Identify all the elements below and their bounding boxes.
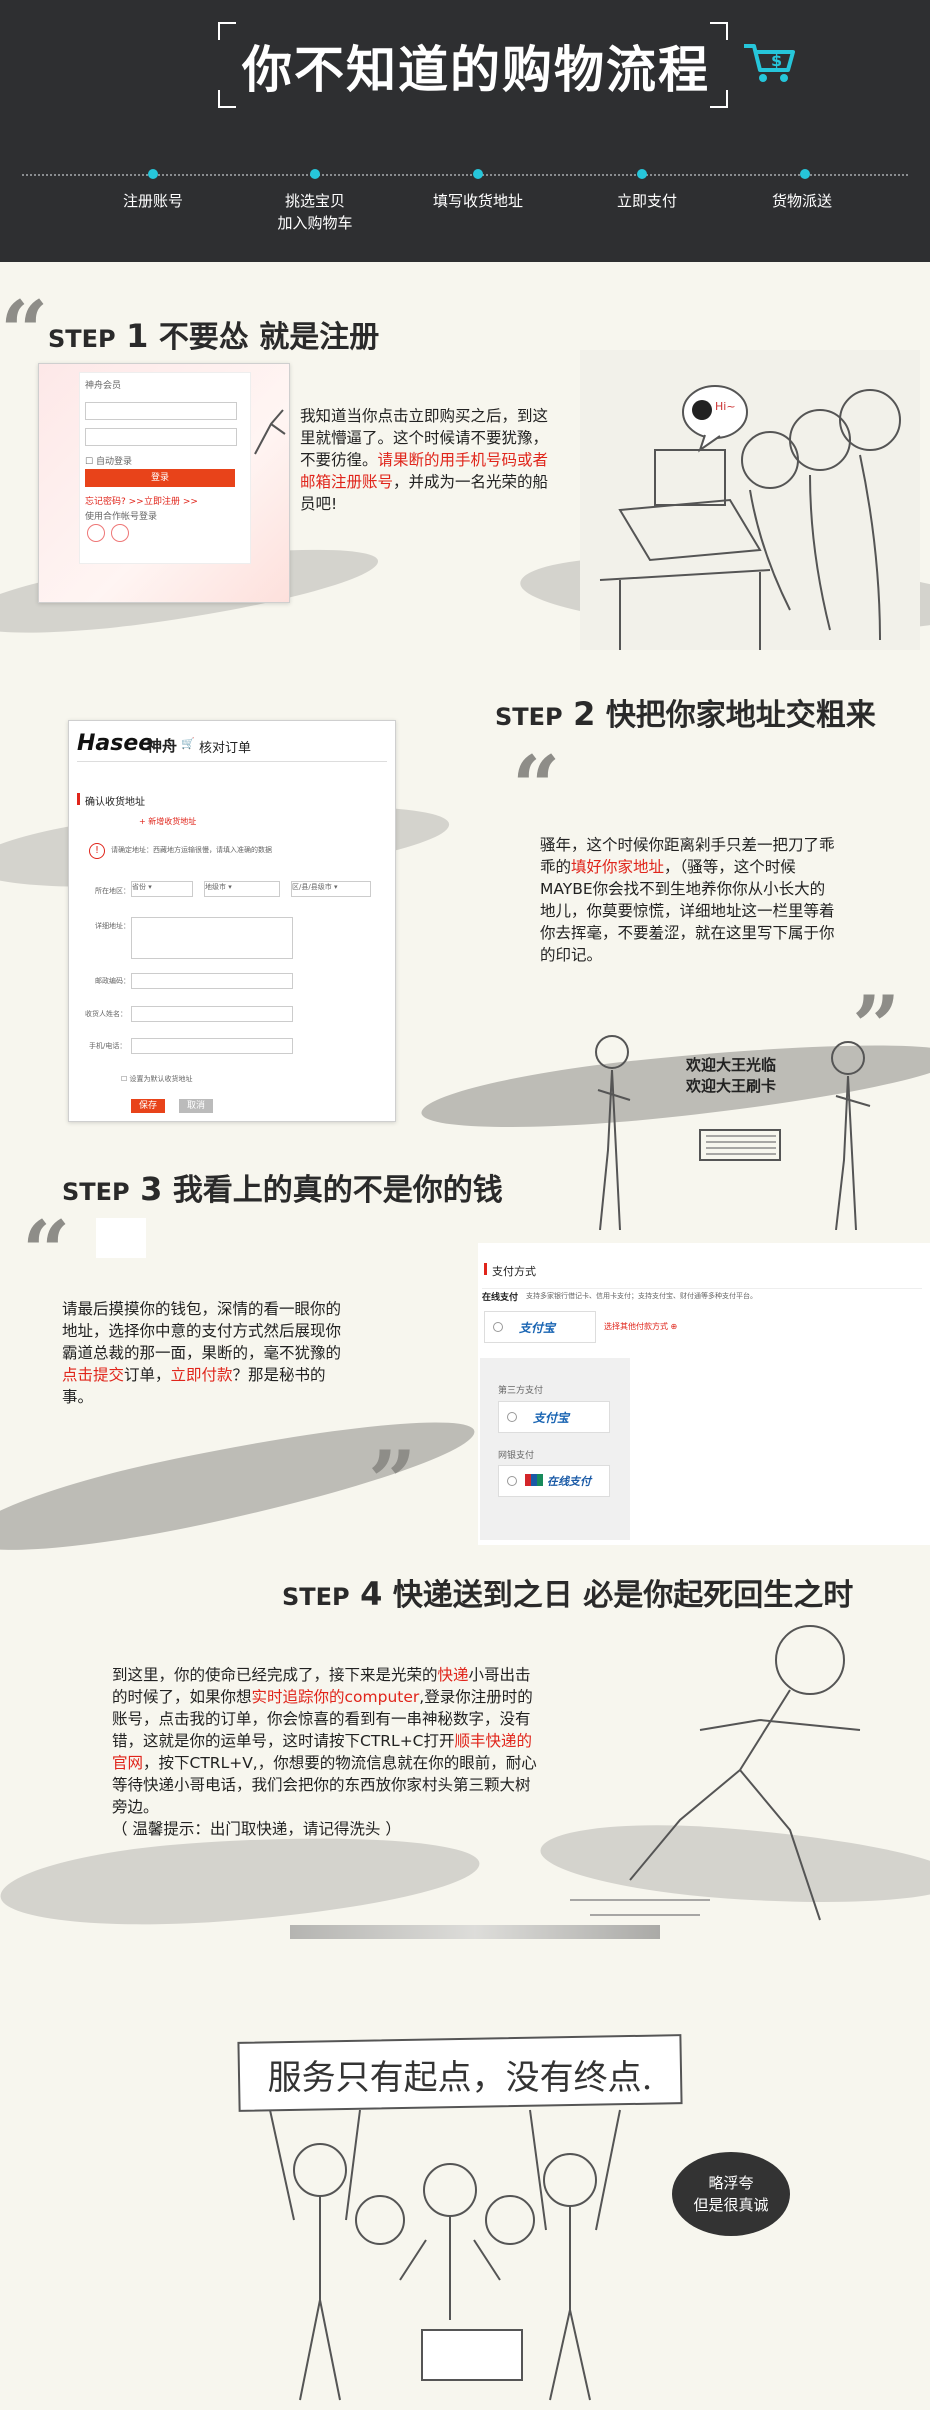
blank-patch [96,1218,146,1258]
choose-other-link[interactable]: 选择其他付款方式 ⊕ [604,1321,677,1332]
welcome-text-2: 欢迎大王刷卡 [686,1077,777,1095]
register-screenshot: 神舟会员 ☐ 自动登录 登录 忘记密码? >> 立即注册 >> 使用合作帐号登录 [38,363,290,603]
password-field[interactable] [85,428,237,446]
warning-icon: ! [89,843,105,859]
phone-field[interactable] [131,1038,293,1054]
detail-address-field[interactable] [131,917,293,959]
qq-penguin-icon [692,400,712,420]
forgot-link[interactable]: 忘记密码? >> [85,494,144,507]
username-field[interactable] [85,402,237,420]
cancel-button[interactable]: 取消 [179,1099,213,1113]
default-address-checkbox[interactable]: ☐ 设置为默认收货地址 [121,1074,193,1084]
step2-heading: STEP 2 快把你家地址交粗来 [495,695,876,733]
open-quote: “ [0,282,49,381]
close-quote: ” [368,1432,417,1531]
step3-heading: STEP 3 我看上的真的不是你的钱 [62,1170,503,1208]
office-illustration: Hi~ [560,350,930,650]
timeline-step-deliver: 货物派送 [771,192,832,210]
brush-stroke [0,1823,483,1937]
auto-login-checkbox[interactable]: ☐ 自动登录 [85,454,132,467]
open-quote: “ [512,737,561,836]
service-banner-text: 服务只有起点，没有终点. [267,2058,653,2098]
alipay-option[interactable]: 支付宝 [484,1311,596,1343]
runner-illustration [560,1580,920,1940]
team-illustration [250,2100,670,2406]
open-quote: “ [22,1202,71,1301]
qq-login-icon[interactable] [87,524,105,542]
third-party-alipay-option[interactable]: 支付宝 [498,1401,610,1433]
step4-text: 到这里，你的使命已经完成了，接下来是光荣的快递小哥出击的时候了，如果你想实时追踪… [112,1666,537,1838]
timeline-dot [473,169,483,179]
save-button[interactable]: 保存 [131,1099,165,1113]
step2-text: 骚年，这个时候你距离剁手只差一把刀了乖乖的填好你家地址，（骚等，这个时候MAYB… [540,836,835,964]
timeline-step-select: 挑选宝贝 加入购物车 [277,192,353,232]
timeline-dot [148,169,158,179]
weibo-login-icon[interactable] [111,524,129,542]
address-form-screenshot: Hasee 神舟 🛒 核对订单 确认收货地址 + 新增收货地址 ! 请确定地址：… [68,720,396,1122]
speech-bubble: 略浮夸 但是很真诚 [672,2152,790,2236]
welcome-text-1: 欢迎大王光临 [686,1056,777,1074]
register-link[interactable]: 立即注册 >> [144,494,198,507]
step3-text: 请最后摸摸你的钱包，深情的看一眼你的地址，选择你中意的支付方式然后展现你霸道总裁… [62,1300,342,1406]
district-select[interactable]: 区/县/县级市 ▾ [291,881,371,897]
payment-screenshot: 支付方式 在线支付 支持多家银行借记卡、信用卡支付；支持支付宝、财付通等多种支付… [478,1243,930,1545]
svg-text:$: $ [771,51,782,70]
timeline-step-pay: 立即支付 [616,192,677,210]
timeline-dot [800,169,810,179]
step1-text: 我知道当你点击立即购买之后，到这里就懵逼了。这个时候请不要犹豫，不要彷徨。请果断… [300,407,549,513]
timeline-step-register: 注册账号 [122,192,183,210]
bird-icon [254,409,286,455]
timeline-dot [310,169,320,179]
unionpay-logo-icon [525,1474,543,1486]
timeline-dot [637,169,647,179]
add-address-link[interactable]: + 新增收货地址 [139,816,196,827]
province-select[interactable]: 省份 ▾ [131,881,193,897]
unionpay-option[interactable]: 在线支付 [498,1465,610,1497]
city-select[interactable]: 地级市 ▾ [204,881,280,897]
login-button[interactable]: 登录 [85,469,235,487]
page-title: 你不知道的购物流程 [242,41,710,99]
step1-heading: STEP 1 不要怂 就是注册 [48,317,380,355]
zip-field[interactable] [131,973,293,989]
shopping-cart-icon: $ [742,40,796,88]
cart-small-icon: 🛒 [181,737,195,750]
timeline-step-address: 填写收货地址 [432,192,523,210]
name-field[interactable] [131,1006,293,1022]
